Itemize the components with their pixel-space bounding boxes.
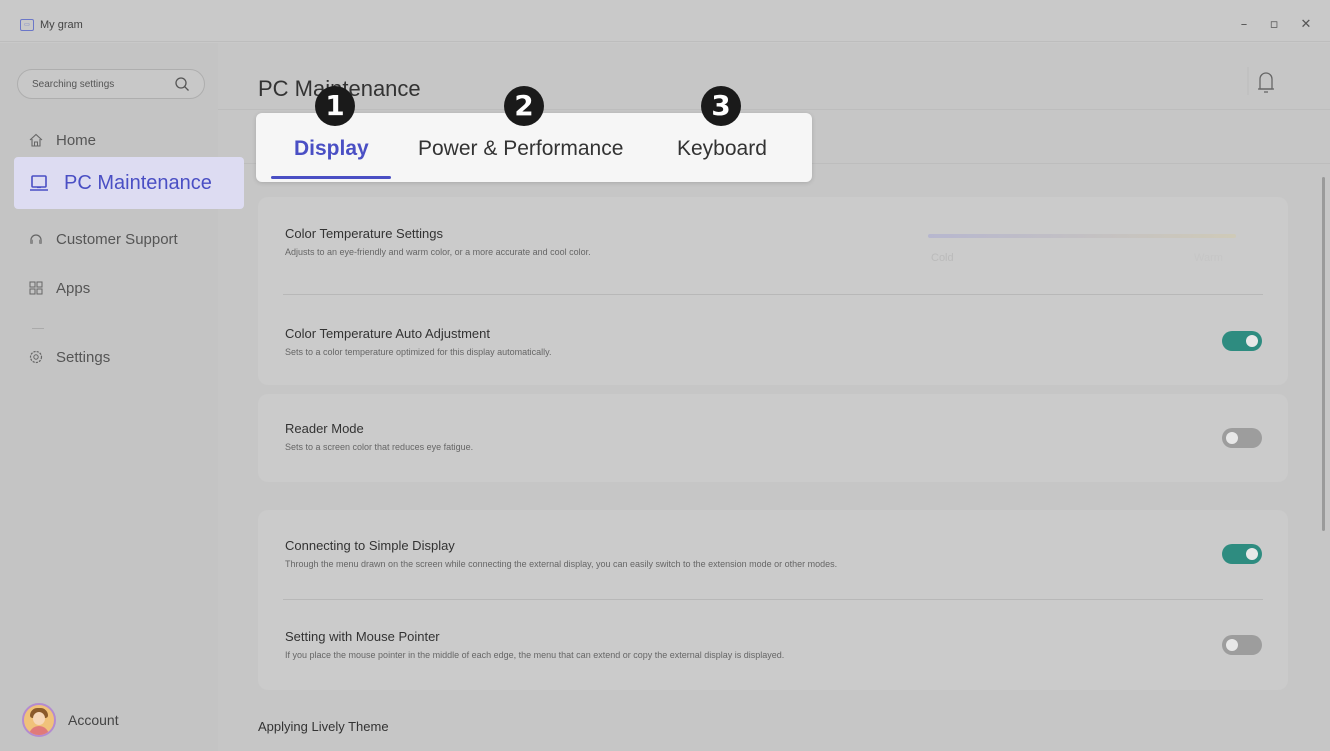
header-divider <box>218 109 1330 110</box>
tab-power-performance[interactable]: Power & Performance <box>418 137 623 161</box>
card-divider <box>283 294 1263 295</box>
account-label: Account <box>68 712 119 728</box>
setting-description: Sets to a screen color that reduces eye … <box>285 442 474 452</box>
setting-title: Color Temperature Auto Adjustment <box>285 326 490 341</box>
laptop-icon <box>30 175 48 191</box>
setting-title: Connecting to Simple Display <box>285 538 455 553</box>
card-divider <box>283 599 1263 600</box>
settings-card: Color Temperature Settings Adjusts to an… <box>258 197 1288 385</box>
bell-icon[interactable] <box>1244 63 1284 99</box>
tab-display[interactable]: Display <box>294 137 369 161</box>
simple-display-toggle[interactable] <box>1222 544 1262 564</box>
sidebar-item-label: Customer Support <box>56 230 178 248</box>
sidebar-divider <box>32 328 44 329</box>
gear-icon <box>29 350 43 364</box>
active-tab-indicator <box>271 176 391 179</box>
sidebar: Searching settings Home Customer Support <box>0 43 218 751</box>
reader-mode-toggle[interactable] <box>1222 428 1262 448</box>
sidebar-item-customer-support[interactable]: Customer Support <box>28 227 178 251</box>
settings-card: Connecting to Simple Display Through the… <box>258 510 1288 690</box>
setting-title: Color Temperature Settings <box>285 226 444 241</box>
sidebar-item-home[interactable]: Home <box>28 128 96 152</box>
setting-description: Through the menu drawn on the screen whi… <box>285 559 838 569</box>
sidebar-item-pc-maintenance[interactable]: PC Maintenance <box>14 157 244 209</box>
marker-3: 3 <box>701 86 741 126</box>
avatar <box>22 703 56 737</box>
slider-max-label: Warm <box>1194 252 1223 264</box>
marker-2: 2 <box>504 86 544 126</box>
app-title: My gram <box>40 19 83 31</box>
setting-description: Sets to a color temperature optimized fo… <box>285 347 552 357</box>
color-temp-auto-toggle[interactable] <box>1222 331 1262 351</box>
maximize-button[interactable]: ▫ <box>1262 14 1286 36</box>
search-input[interactable]: Searching settings <box>17 69 205 99</box>
search-icon[interactable] <box>174 76 190 92</box>
mouse-pointer-toggle[interactable] <box>1222 635 1262 655</box>
section-heading: Applying Lively Theme <box>258 719 389 734</box>
title-bar: ▭ My gram – ▫ ✕ <box>0 10 1330 42</box>
setting-description: If you place the mouse pointer in the mi… <box>285 650 785 660</box>
sidebar-item-settings[interactable]: Settings <box>28 345 110 369</box>
color-temperature-slider[interactable] <box>928 234 1236 238</box>
scrollbar[interactable] <box>1322 177 1325 531</box>
home-icon <box>29 133 43 147</box>
sidebar-item-label: PC Maintenance <box>64 171 212 194</box>
close-button[interactable]: ✕ <box>1294 14 1318 36</box>
sidebar-item-apps[interactable]: Apps <box>28 276 90 300</box>
sidebar-item-label: Settings <box>56 348 111 366</box>
tab-keyboard[interactable]: Keyboard <box>677 137 767 161</box>
setting-title: Reader Mode <box>285 421 364 436</box>
app-logo-icon: ▭ <box>20 19 34 31</box>
sidebar-item-label: Apps <box>56 279 91 297</box>
sidebar-item-label: Home <box>56 131 97 149</box>
app-window: ▭ My gram – ▫ ✕ Searching settings Home <box>0 0 1330 751</box>
settings-card: Reader Mode Sets to a screen color that … <box>258 394 1288 482</box>
marker-1: 1 <box>315 86 355 126</box>
apps-grid-icon <box>29 281 43 295</box>
slider-min-label: Cold <box>931 252 954 264</box>
setting-title: Setting with Mouse Pointer <box>285 629 440 644</box>
account-button[interactable]: Account <box>22 703 119 737</box>
minimize-button[interactable]: – <box>1232 14 1256 36</box>
setting-description: Adjusts to an eye-friendly and warm colo… <box>285 247 591 257</box>
headset-icon <box>30 234 42 244</box>
search-placeholder: Searching settings <box>32 79 115 90</box>
